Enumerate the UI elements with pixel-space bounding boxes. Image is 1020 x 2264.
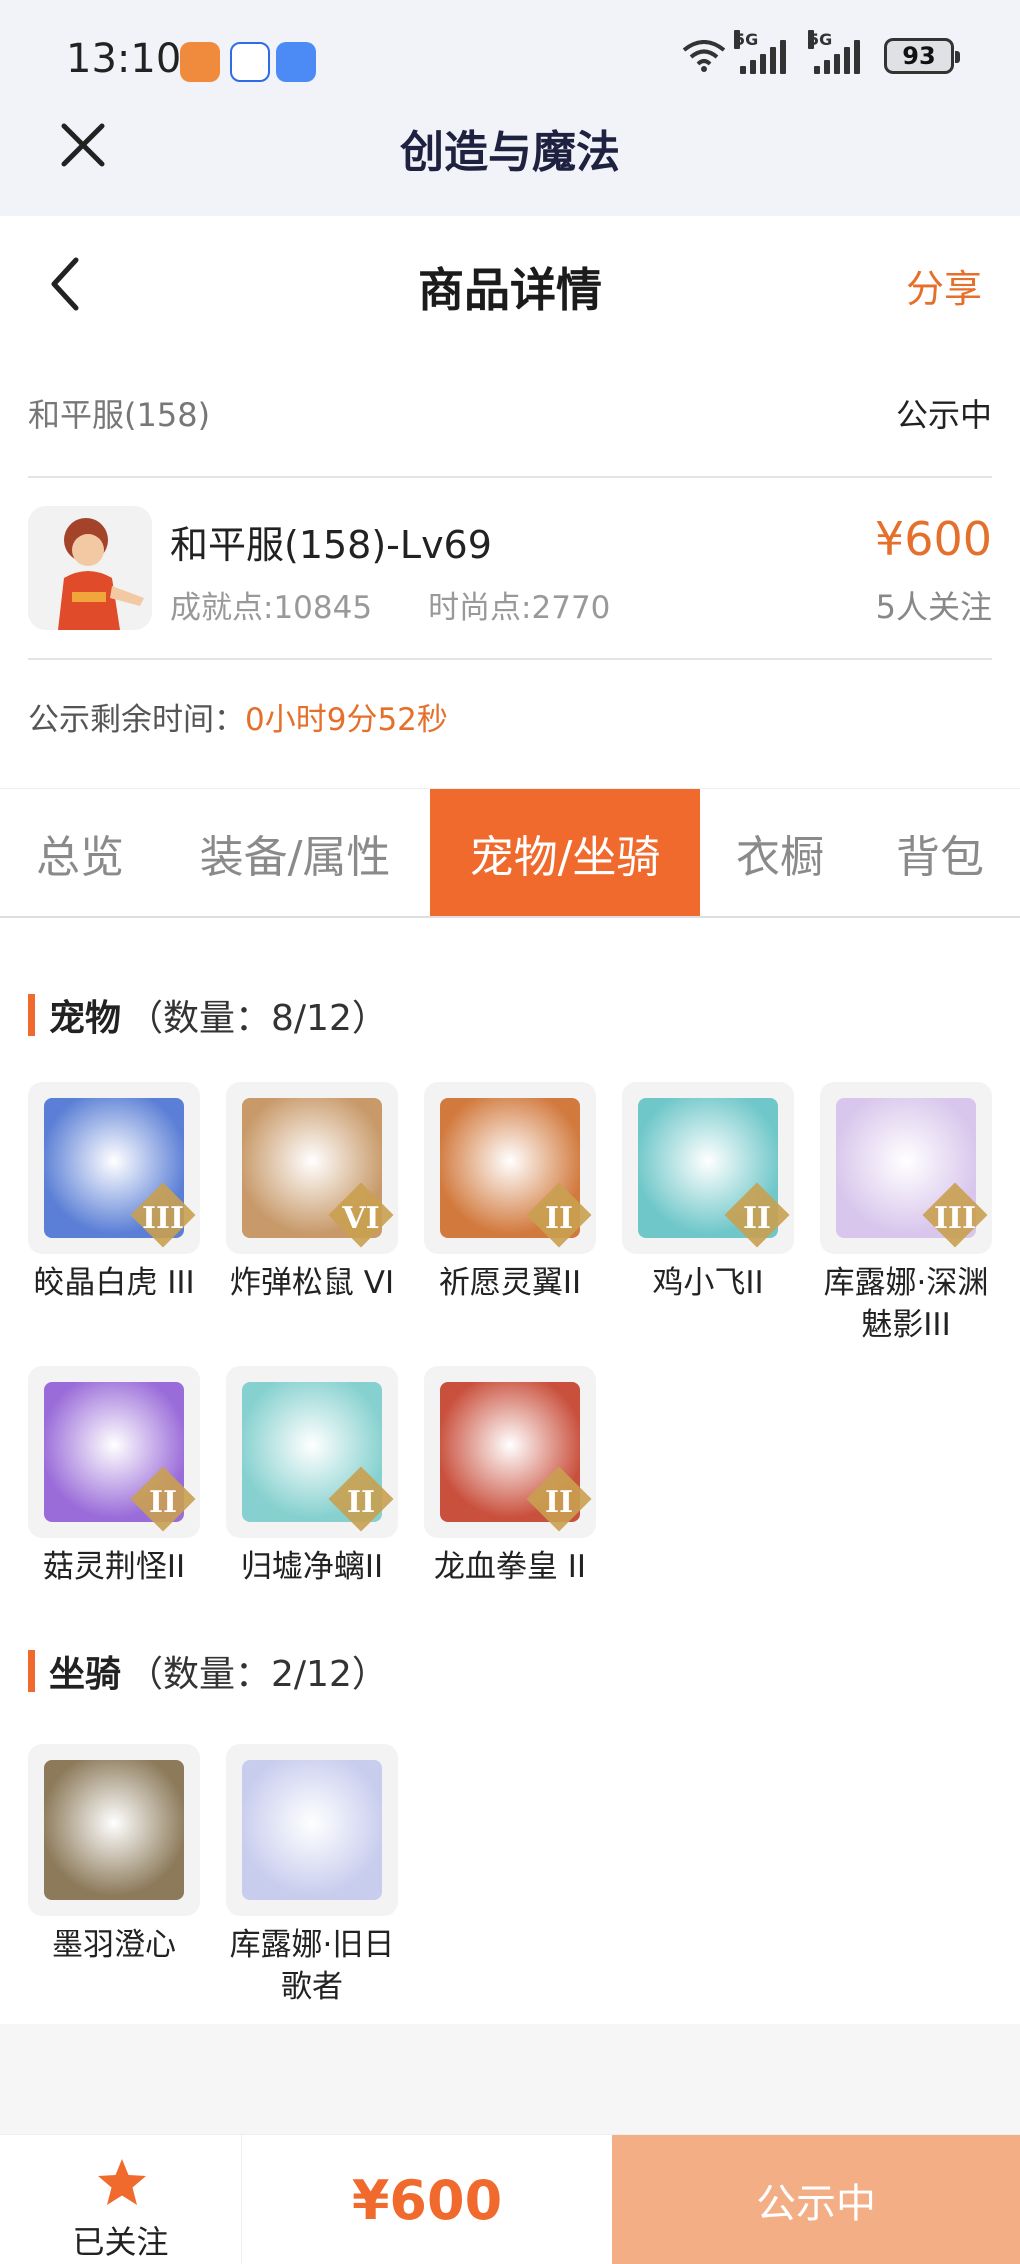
pet-item[interactable]: III 皎晶白虎 III bbox=[28, 1082, 200, 1304]
countdown-value: 0小时9分52秒 bbox=[245, 702, 448, 738]
follow-label: 已关注 bbox=[72, 2223, 169, 2261]
tab-wardrobe[interactable]: 衣橱 bbox=[700, 789, 860, 917]
page-title: 商品详情 bbox=[418, 263, 602, 317]
countdown-label: 公示剩余时间： bbox=[28, 702, 245, 738]
bottom-bar: 已关注 ¥600 公示中 bbox=[0, 2134, 1020, 2264]
achievement-points: 成就点:10845 bbox=[170, 590, 373, 626]
tab-equipment[interactable]: 装备/属性 bbox=[160, 789, 430, 917]
server-row: 和平服(158) 公示中 bbox=[28, 390, 992, 440]
rank-label: VI bbox=[342, 1201, 380, 1236]
signal-icon: 5G bbox=[808, 30, 860, 74]
tab-overview[interactable]: 总览 bbox=[0, 789, 160, 917]
notification-message-icon bbox=[276, 42, 316, 82]
pet-name: 皎晶白虎 III bbox=[33, 1265, 195, 1301]
pet-thumbnail: II bbox=[424, 1082, 596, 1254]
pet-item[interactable]: II 鸡小飞II bbox=[622, 1082, 794, 1304]
mount-name: 库露娜·旧日歌者 bbox=[229, 1927, 395, 2005]
network-type-1: 5G bbox=[734, 30, 759, 49]
pet-thumbnail: II bbox=[424, 1366, 596, 1538]
pet-item[interactable]: II 归墟净螭II bbox=[226, 1366, 398, 1588]
mount-item[interactable]: 墨羽澄心 bbox=[28, 1744, 200, 1966]
pet-thumbnail: VI bbox=[226, 1082, 398, 1254]
mount-name: 墨羽澄心 bbox=[52, 1927, 176, 1963]
star-icon bbox=[98, 2159, 146, 2205]
pet-thumbnail: II bbox=[28, 1366, 200, 1538]
mount-thumbnail bbox=[226, 1744, 398, 1916]
tab-pets-mounts[interactable]: 宠物/坐骑 bbox=[430, 789, 700, 917]
pet-name: 菇灵荆怪II bbox=[42, 1549, 186, 1585]
character-name: 和平服(158)-Lv69 bbox=[170, 523, 492, 567]
status-time: 13:10 bbox=[66, 36, 182, 82]
rank-label: II bbox=[544, 1201, 574, 1236]
pet-item[interactable]: VI 炸弹松鼠 VI bbox=[226, 1082, 398, 1304]
follow-button[interactable]: 已关注 bbox=[0, 2135, 242, 2264]
pet-item[interactable]: II 菇灵荆怪II bbox=[28, 1366, 200, 1588]
tab-bar: 总览 装备/属性 宠物/坐骑 衣橱 背包 bbox=[0, 788, 1020, 918]
rank-label: II bbox=[544, 1485, 574, 1520]
section-accent-bar bbox=[28, 1650, 35, 1692]
app-title: 创造与魔法 bbox=[400, 127, 620, 178]
mounts-section-title: 坐骑 （数量：2/12） bbox=[28, 1646, 388, 1696]
follower-count: 5人关注 bbox=[875, 588, 992, 626]
fashion-points: 时尚点:2770 bbox=[428, 590, 611, 626]
pet-name: 归墟净螭II bbox=[240, 1549, 384, 1585]
pet-name: 祈愿灵翼II bbox=[438, 1265, 582, 1301]
wifi-icon bbox=[682, 40, 726, 72]
mount-item[interactable]: 库露娜·旧日歌者 bbox=[226, 1744, 398, 2008]
tab-bag[interactable]: 背包 bbox=[860, 789, 1020, 917]
pet-thumbnail: III bbox=[820, 1082, 992, 1254]
pet-thumbnail: III bbox=[28, 1082, 200, 1254]
mounts-count: （数量：2/12） bbox=[127, 1654, 388, 1695]
server-name: 和平服(158) bbox=[28, 396, 211, 434]
signal-icon: 5G bbox=[734, 30, 786, 74]
rank-label: II bbox=[346, 1485, 376, 1520]
pet-grid: III 皎晶白虎 III VI 炸弹松鼠 VI II 祈愿灵翼II II 鸡小飞II III 库露… bbox=[28, 1082, 998, 1602]
rank-label: III bbox=[933, 1201, 977, 1236]
pet-thumbnail: II bbox=[622, 1082, 794, 1254]
notification-baidu-icon bbox=[230, 42, 270, 82]
status-button[interactable]: 公示中 bbox=[612, 2135, 1020, 2264]
product-price: ¥600 bbox=[874, 512, 992, 566]
rank-label: II bbox=[742, 1201, 772, 1236]
pet-item[interactable]: III 库露娜·深渊魅影III bbox=[820, 1082, 992, 1346]
app-header: 创造与魔法 bbox=[0, 100, 1020, 216]
pets-section-title: 宠物 （数量：8/12） bbox=[28, 990, 388, 1040]
notification-heart-icon bbox=[180, 42, 220, 82]
listing-status: 公示中 bbox=[895, 396, 992, 434]
pet-name: 龙血拳皇 II bbox=[433, 1549, 587, 1585]
pets-mounts-panel: 宠物 （数量：8/12） III 皎晶白虎 III VI 炸弹松鼠 VI II 祈愿灵翼I… bbox=[0, 918, 1020, 2024]
mounts-title: 坐骑 bbox=[49, 1654, 122, 1695]
page-header: 商品详情 分享 bbox=[0, 216, 1020, 346]
mount-portrait bbox=[242, 1760, 382, 1900]
section-accent-bar bbox=[28, 994, 35, 1036]
mount-thumbnail bbox=[28, 1744, 200, 1916]
pet-name: 库露娜·深渊魅影III bbox=[823, 1265, 989, 1343]
rank-label: III bbox=[141, 1201, 185, 1236]
pet-thumbnail: II bbox=[226, 1366, 398, 1538]
product-card: 和平服(158) 公示中 和平服(158)-Lv69 成就点:10845 时尚点… bbox=[0, 346, 1020, 788]
network-type-2: 5G bbox=[808, 30, 833, 49]
character-avatar[interactable] bbox=[28, 506, 152, 630]
pet-item[interactable]: II 龙血拳皇 II bbox=[424, 1366, 596, 1588]
divider bbox=[28, 658, 992, 660]
pet-item[interactable]: II 祈愿灵翼II bbox=[424, 1082, 596, 1304]
pets-count: （数量：8/12） bbox=[127, 998, 388, 1039]
share-button[interactable]: 分享 bbox=[906, 258, 982, 313]
battery-icon: 93 bbox=[884, 38, 960, 74]
pets-title: 宠物 bbox=[49, 998, 122, 1039]
pet-name: 鸡小飞II bbox=[652, 1265, 764, 1301]
rank-label: II bbox=[148, 1485, 178, 1520]
countdown: 公示剩余时间：0小时9分52秒 bbox=[28, 694, 448, 739]
bottom-price: ¥600 bbox=[351, 2168, 503, 2232]
mount-portrait bbox=[44, 1760, 184, 1900]
divider bbox=[28, 476, 992, 478]
pet-name: 炸弹松鼠 VI bbox=[229, 1265, 395, 1301]
mount-grid: 墨羽澄心 库露娜·旧日歌者 bbox=[28, 1744, 998, 2014]
character-stats: 成就点:10845 时尚点:2770 bbox=[170, 582, 610, 627]
